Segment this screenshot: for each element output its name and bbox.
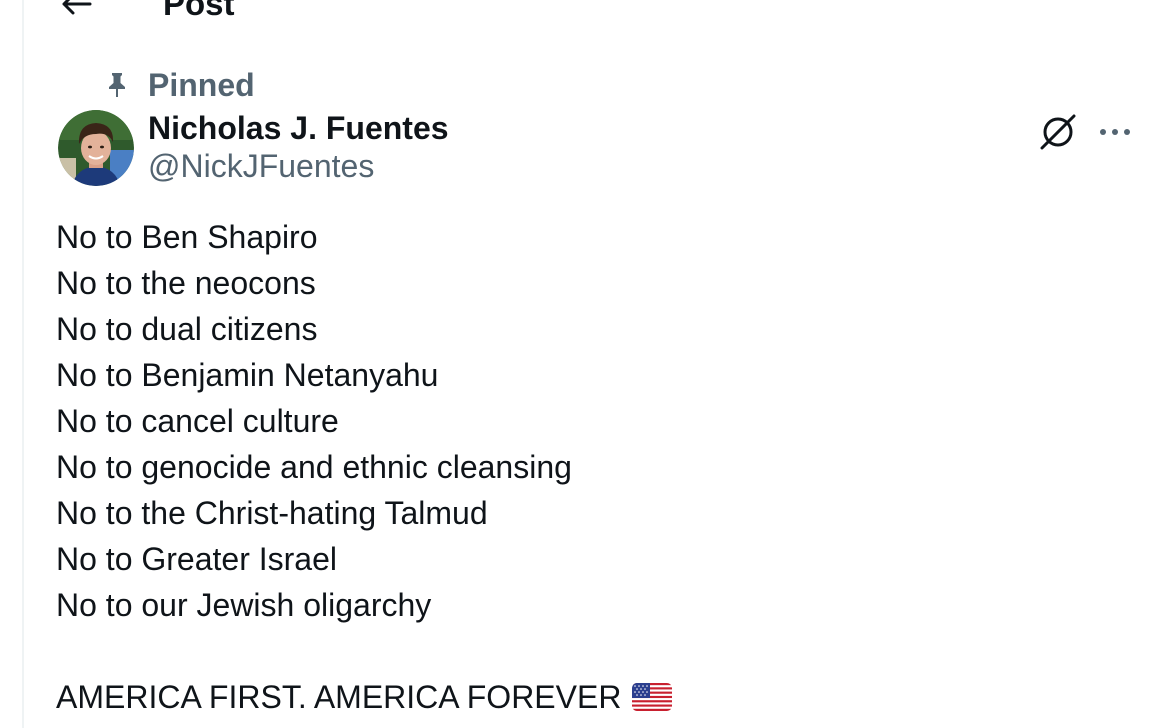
post-line: No to the neocons [56,265,316,301]
us-flag-icon [632,683,673,711]
pinned-label: Pinned [148,67,255,103]
page-title: Post [163,0,235,22]
avatar[interactable] [58,110,134,186]
post-closing-text: AMERICA FIRST. AMERICA FOREVER [56,679,622,715]
pin-icon [104,71,130,99]
post-closing-line: AMERICA FIRST. AMERICA FOREVER [56,674,1136,720]
post-line: No to cancel culture [56,403,339,439]
post-line: No to Benjamin Netanyahu [56,357,439,393]
arrow-left-icon [62,0,92,15]
back-button[interactable] [56,0,96,22]
more-horizontal-icon[interactable] [1094,112,1136,152]
post-line: No to genocide and ethnic cleansing [56,449,572,485]
post-text: No to Ben Shapiro No to the neocons No t… [56,214,1136,720]
post-line: No to our Jewish oligarchy [56,587,432,623]
post-line: No to Greater Israel [56,541,337,577]
post-page: Post Pinned Nicholas J. Fuentes @NickJFu… [0,0,1154,728]
author-name[interactable]: Nicholas J. Fuentes [148,108,449,148]
pinned-indicator: Pinned [104,66,255,104]
column-divider [22,0,24,728]
post-line: No to Ben Shapiro [56,219,318,255]
grok-icon[interactable] [1036,110,1080,154]
author-handle[interactable]: @NickJFuentes [148,146,374,186]
post-line: No to dual citizens [56,311,318,347]
post-line: No to the Christ-hating Talmud [56,495,488,531]
